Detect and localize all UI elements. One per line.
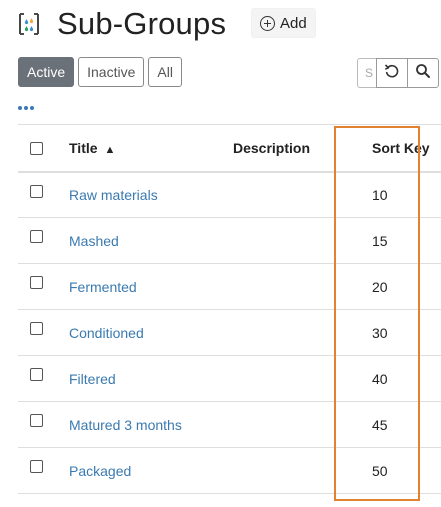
row-checkbox[interactable] bbox=[30, 322, 43, 336]
row-sort-key: 50 bbox=[372, 462, 388, 479]
row-checkbox[interactable] bbox=[30, 184, 43, 198]
row-sort-key: 20 bbox=[372, 278, 388, 295]
search-button[interactable] bbox=[407, 58, 439, 88]
row-sort-key: 45 bbox=[372, 416, 388, 433]
row-sort-key: 40 bbox=[372, 370, 388, 387]
column-title-label: Title bbox=[69, 139, 98, 156]
table-row: Mashed 15 bbox=[18, 217, 441, 264]
sub-groups-app-icon bbox=[18, 12, 40, 36]
filter-all-button[interactable]: All bbox=[148, 57, 182, 87]
table-row: Conditioned 30 bbox=[18, 309, 441, 356]
column-header-sort-key[interactable]: Sort Key bbox=[354, 124, 441, 173]
status-filter-group: Active Inactive All bbox=[18, 57, 186, 87]
row-sort-key: 15 bbox=[372, 232, 388, 249]
row-title-link[interactable]: Fermented bbox=[69, 279, 137, 295]
sub-groups-table: Title ▲ Description Sort Key Raw material… bbox=[18, 124, 441, 494]
search-icon bbox=[415, 63, 431, 84]
row-sort-key: 10 bbox=[372, 186, 388, 203]
column-header-title[interactable]: Title ▲ bbox=[69, 124, 233, 173]
reset-button[interactable] bbox=[376, 58, 408, 88]
filter-inactive-button[interactable]: Inactive bbox=[78, 57, 145, 87]
column-description-label: Description bbox=[233, 139, 311, 156]
table-header-row: Title ▲ Description Sort Key bbox=[18, 124, 441, 173]
row-checkbox[interactable] bbox=[30, 460, 43, 474]
table-row: Matured 3 months 45 bbox=[18, 401, 441, 448]
reset-icon bbox=[384, 63, 400, 84]
row-checkbox[interactable] bbox=[30, 276, 43, 290]
row-title-link[interactable]: Conditioned bbox=[69, 325, 144, 341]
filter-active-button[interactable]: Active bbox=[18, 57, 75, 87]
row-title-link[interactable]: Raw materials bbox=[69, 187, 158, 203]
search-input[interactable]: S bbox=[357, 58, 377, 88]
plus-circle-icon bbox=[260, 15, 275, 31]
select-all-cell bbox=[18, 124, 69, 173]
column-sort-key-label: Sort Key bbox=[372, 139, 430, 156]
row-title-link[interactable]: Mashed bbox=[69, 233, 119, 249]
add-button[interactable]: Add bbox=[251, 8, 316, 38]
row-checkbox[interactable] bbox=[30, 368, 43, 382]
table-row: Fermented 20 bbox=[18, 263, 441, 310]
row-checkbox[interactable] bbox=[30, 414, 43, 428]
more-dots-icon[interactable] bbox=[18, 106, 34, 110]
row-checkbox[interactable] bbox=[30, 230, 43, 244]
row-title-link[interactable]: Matured 3 months bbox=[69, 417, 182, 433]
page-header: Sub-Groups bbox=[18, 4, 226, 44]
column-header-description[interactable]: Description bbox=[233, 124, 354, 173]
select-all-checkbox[interactable] bbox=[30, 141, 43, 155]
table-row: Packaged 50 bbox=[18, 447, 441, 494]
sort-ascending-icon: ▲ bbox=[104, 143, 116, 156]
table-row: Raw materials 10 bbox=[18, 171, 441, 218]
page-title: Sub-Groups bbox=[57, 6, 227, 41]
row-title-link[interactable]: Packaged bbox=[69, 463, 131, 479]
add-button-label: Add bbox=[280, 14, 307, 32]
table-row: Filtered 40 bbox=[18, 355, 441, 402]
row-sort-key: 30 bbox=[372, 324, 388, 341]
row-title-link[interactable]: Filtered bbox=[69, 371, 116, 387]
